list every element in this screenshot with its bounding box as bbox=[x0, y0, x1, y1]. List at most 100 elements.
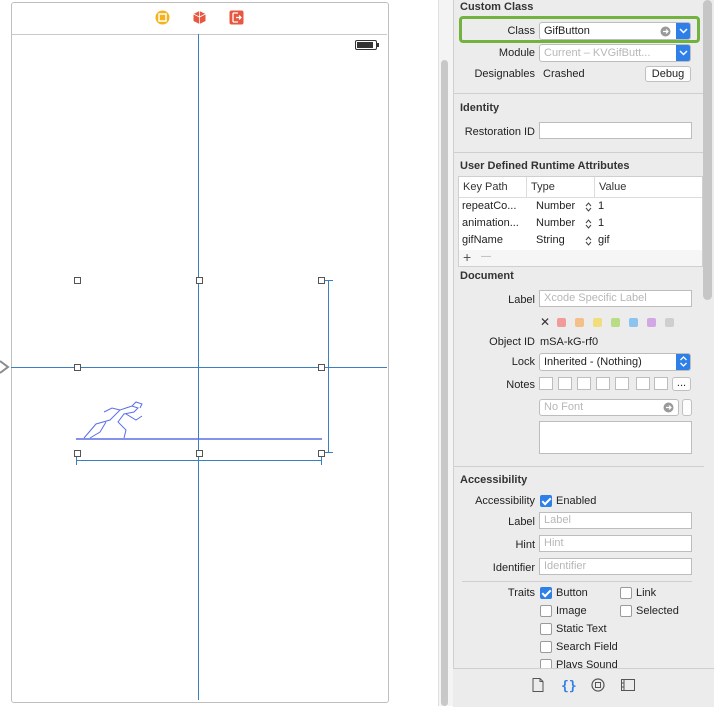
column-header-type[interactable]: Type bbox=[527, 177, 595, 197]
document-label-label: Label bbox=[508, 294, 535, 306]
trait-button-checkbox[interactable] bbox=[540, 587, 552, 599]
align-justify-icon[interactable] bbox=[596, 377, 610, 390]
runtime-attributes-table[interactable]: Key Path Type Value repeatCo... Number 1… bbox=[458, 176, 703, 252]
width-constraint-guide bbox=[76, 460, 322, 461]
hint-field[interactable]: Hint bbox=[539, 535, 692, 552]
row-type[interactable]: Number bbox=[533, 215, 575, 232]
first-responder-icon[interactable] bbox=[192, 10, 207, 25]
identity-inspector: Custom Class Class GifButton Module Curr… bbox=[453, 0, 714, 706]
module-popup[interactable]: Current – KVGifButt... bbox=[539, 44, 691, 62]
label-color-green[interactable] bbox=[611, 318, 620, 327]
trait-static-text-checkbox[interactable] bbox=[540, 623, 552, 635]
trait-selected-checkbox[interactable] bbox=[620, 605, 632, 617]
type-stepper-icon[interactable] bbox=[585, 219, 592, 229]
resize-handle-left[interactable] bbox=[74, 364, 81, 371]
resize-handle-bottom-right[interactable] bbox=[318, 450, 325, 457]
accessibility-label-field[interactable]: Label bbox=[539, 512, 692, 529]
module-dropdown-chevron-icon[interactable] bbox=[676, 45, 690, 61]
resize-handle-top-left[interactable] bbox=[74, 277, 81, 284]
align-left-icon[interactable] bbox=[539, 377, 553, 390]
view-controller-icon[interactable] bbox=[155, 10, 170, 25]
notes-more-button[interactable]: ... bbox=[672, 377, 691, 391]
object-id-label: Object ID bbox=[489, 336, 535, 348]
notes-font-field[interactable]: No Font bbox=[539, 399, 679, 416]
font-picker-icon[interactable] bbox=[663, 402, 674, 413]
enabled-label: Enabled bbox=[556, 495, 597, 507]
battery-icon bbox=[355, 40, 379, 50]
section-divider bbox=[454, 152, 704, 153]
document-label-field[interactable]: Xcode Specific Label bbox=[539, 290, 692, 307]
accessibility-enabled-checkbox[interactable] bbox=[540, 495, 552, 507]
trait-search-field-checkbox[interactable] bbox=[540, 641, 552, 653]
canvas-vertical-scrollbar[interactable] bbox=[441, 60, 448, 706]
label-color-red[interactable] bbox=[557, 318, 566, 327]
column-header-value[interactable]: Value bbox=[595, 177, 702, 197]
class-field-highlight bbox=[459, 16, 700, 43]
horizontal-center-guide bbox=[11, 367, 387, 368]
media-library-icon[interactable] bbox=[620, 677, 636, 693]
exit-icon[interactable] bbox=[229, 10, 244, 25]
notes-label: Notes bbox=[506, 379, 535, 391]
align-right-icon[interactable] bbox=[577, 377, 591, 390]
row-type[interactable]: Number bbox=[533, 198, 575, 215]
identifier-field[interactable]: Identifier bbox=[539, 558, 692, 575]
gif-button-preview[interactable] bbox=[76, 400, 326, 444]
align-natural-icon[interactable] bbox=[615, 377, 629, 390]
row-type[interactable]: String bbox=[533, 232, 565, 249]
restoration-id-label: Restoration ID bbox=[464, 126, 535, 138]
debug-button[interactable]: Debug bbox=[645, 66, 691, 82]
add-attribute-button[interactable]: + bbox=[463, 249, 471, 265]
row-key-path[interactable]: gifName bbox=[459, 232, 528, 249]
trait-link-checkbox[interactable] bbox=[620, 587, 632, 599]
code-snippet-icon[interactable]: {} bbox=[560, 677, 576, 693]
designables-label: Designables bbox=[474, 68, 535, 80]
entry-point-arrow-icon[interactable] bbox=[0, 359, 10, 375]
inspector-vertical-scrollbar[interactable] bbox=[703, 0, 712, 300]
section-divider bbox=[454, 93, 704, 94]
lock-stepper-icon[interactable] bbox=[676, 354, 690, 370]
file-template-icon[interactable] bbox=[530, 677, 546, 693]
type-stepper-icon[interactable] bbox=[585, 202, 592, 212]
library-tab-bar: {} bbox=[453, 668, 714, 707]
object-library-icon[interactable] bbox=[590, 677, 606, 693]
height-constraint-guide bbox=[328, 280, 329, 453]
trait-image-checkbox[interactable] bbox=[540, 605, 552, 617]
module-label: Module bbox=[498, 47, 535, 59]
row-value[interactable]: 1 bbox=[595, 198, 604, 215]
row-key-path[interactable]: repeatCo... bbox=[459, 198, 528, 215]
resize-handle-bottom[interactable] bbox=[196, 450, 203, 457]
notes-textarea[interactable] bbox=[539, 421, 692, 454]
column-header-key-path[interactable]: Key Path bbox=[459, 177, 527, 197]
table-row[interactable]: repeatCo... Number 1 bbox=[459, 198, 702, 215]
table-row[interactable]: animation... Number 1 bbox=[459, 215, 702, 232]
label-color-orange[interactable] bbox=[575, 318, 584, 327]
storyboard-canvas[interactable] bbox=[0, 0, 440, 706]
label-color-gray[interactable] bbox=[665, 318, 674, 327]
row-value[interactable]: gif bbox=[595, 232, 610, 249]
resize-handle-bottom-left[interactable] bbox=[74, 450, 81, 457]
type-stepper-icon[interactable] bbox=[585, 236, 592, 246]
clear-label-color-icon[interactable]: ✕ bbox=[540, 315, 550, 329]
label-color-blue[interactable] bbox=[629, 318, 638, 327]
module-placeholder: Current – KVGifButt... bbox=[544, 47, 651, 59]
view-controller-frame[interactable] bbox=[11, 2, 389, 703]
restoration-id-field[interactable] bbox=[539, 122, 692, 139]
row-value[interactable]: 1 bbox=[595, 215, 604, 232]
font-size-stepper-icon[interactable] bbox=[682, 399, 692, 416]
label-color-yellow[interactable] bbox=[593, 318, 602, 327]
background-color-icon[interactable] bbox=[654, 377, 668, 390]
label-color-purple[interactable] bbox=[647, 318, 656, 327]
accessibility-label: Accessibility bbox=[475, 495, 535, 507]
lock-popup[interactable]: Inherited - (Nothing) bbox=[539, 353, 691, 371]
text-color-icon[interactable] bbox=[636, 377, 650, 390]
row-key-path[interactable]: animation... bbox=[459, 215, 528, 232]
remove-attribute-button[interactable]: — bbox=[481, 251, 491, 262]
align-center-icon[interactable] bbox=[558, 377, 572, 390]
table-row[interactable]: gifName String gif bbox=[459, 232, 702, 249]
resize-handle-right[interactable] bbox=[318, 364, 325, 371]
document-title: Document bbox=[460, 270, 514, 282]
section-divider bbox=[454, 466, 704, 467]
designables-status: Crashed bbox=[543, 68, 585, 80]
resize-handle-top[interactable] bbox=[196, 277, 203, 284]
resize-handle-top-right[interactable] bbox=[318, 277, 325, 284]
